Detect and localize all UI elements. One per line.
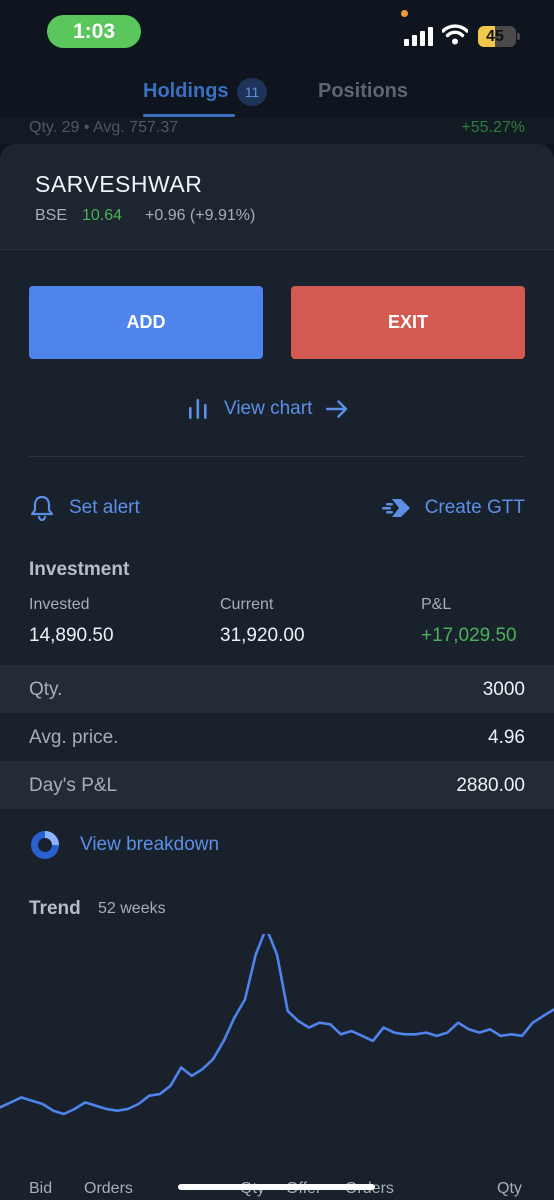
cellular-signal-icon bbox=[404, 27, 433, 46]
battery-indicator: 45 bbox=[478, 26, 516, 47]
view-chart-link[interactable]: View chart bbox=[188, 394, 348, 424]
invested-label: Invested bbox=[29, 596, 90, 613]
avg-price-value: 4.96 bbox=[488, 727, 525, 748]
tab-positions[interactable]: Positions bbox=[318, 80, 408, 103]
view-breakdown-link[interactable]: View breakdown bbox=[30, 830, 219, 860]
exchange-label: BSE bbox=[35, 207, 68, 224]
active-tab-indicator bbox=[143, 114, 235, 117]
holding-row-behind: Qty. 29 • Avg. 757.37 +55.27% bbox=[0, 118, 554, 144]
arrow-right-icon bbox=[326, 400, 348, 418]
detail-row-avg-price: Avg. price. 4.96 bbox=[0, 713, 554, 761]
invested-value: 14,890.50 bbox=[29, 625, 114, 646]
stock-name: SARVESHWAR bbox=[35, 171, 203, 197]
add-button[interactable]: ADD bbox=[29, 286, 263, 359]
days-pnl-label: Day's P&L bbox=[29, 775, 118, 796]
trend-title: Trend bbox=[29, 898, 81, 919]
create-gtt-label: Create GTT bbox=[424, 497, 525, 518]
gtt-arrow-icon bbox=[381, 499, 410, 517]
exit-button[interactable]: EXIT bbox=[291, 286, 525, 359]
bell-icon bbox=[30, 495, 54, 521]
depth-bid-label: Bid bbox=[29, 1180, 53, 1197]
view-breakdown-label: View breakdown bbox=[80, 834, 220, 855]
wifi-icon bbox=[442, 24, 468, 45]
holdings-count-badge: 11 bbox=[237, 78, 267, 106]
qty-value: 3000 bbox=[482, 679, 525, 700]
pnl-value: +17,029.50 bbox=[421, 625, 517, 646]
current-value: 31,920.00 bbox=[220, 625, 305, 646]
create-gtt-button[interactable]: Create GTT bbox=[381, 493, 525, 523]
price-change: +0.96 (+9.91%) bbox=[145, 207, 256, 224]
holdings-tabs: Holdings 11 Positions bbox=[0, 62, 554, 118]
avg-price-label: Avg. price. bbox=[29, 727, 119, 748]
days-pnl-value: 2880.00 bbox=[456, 775, 525, 796]
set-alert-label: Set alert bbox=[69, 497, 140, 518]
sheet-header: SARVESHWAR BSE 10.64 +0.96 (+9.91%) bbox=[0, 144, 554, 250]
tab-holdings[interactable]: Holdings bbox=[143, 80, 229, 103]
investment-title: Investment bbox=[29, 559, 130, 580]
trend-series-line bbox=[0, 934, 554, 1116]
holding-row-change: +55.27% bbox=[461, 119, 525, 136]
home-indicator bbox=[178, 1184, 375, 1190]
donut-chart-icon bbox=[31, 831, 59, 859]
status-time: 1:03 bbox=[47, 15, 141, 48]
battery-tip bbox=[517, 33, 520, 40]
trend-subtitle: 52 weeks bbox=[98, 900, 166, 917]
trend-line-chart bbox=[0, 934, 554, 1116]
battery-level: 45 bbox=[486, 28, 504, 45]
divider bbox=[29, 456, 525, 457]
detail-row-days-pnl: Day's P&L 2880.00 bbox=[0, 761, 554, 809]
qty-label: Qty. bbox=[29, 679, 63, 700]
holding-row-qty-avg: Qty. 29 • Avg. 757.37 bbox=[29, 119, 179, 136]
depth-offer-qty-label: Qty bbox=[497, 1180, 522, 1197]
bar-chart-icon bbox=[189, 399, 207, 419]
pnl-label: P&L bbox=[421, 596, 452, 613]
privacy-indicator-dot bbox=[401, 10, 408, 17]
depth-bid-orders-label: Orders bbox=[84, 1180, 133, 1197]
detail-row-qty: Qty. 3000 bbox=[0, 665, 554, 713]
view-chart-label: View chart bbox=[224, 398, 313, 419]
holding-detail-sheet: SARVESHWAR BSE 10.64 +0.96 (+9.91%) ADD … bbox=[0, 144, 554, 1200]
current-label: Current bbox=[220, 596, 274, 613]
set-alert-button[interactable]: Set alert bbox=[30, 493, 140, 523]
last-traded-price: 10.64 bbox=[82, 207, 123, 224]
status-bar: 1:03 45 bbox=[0, 0, 554, 62]
